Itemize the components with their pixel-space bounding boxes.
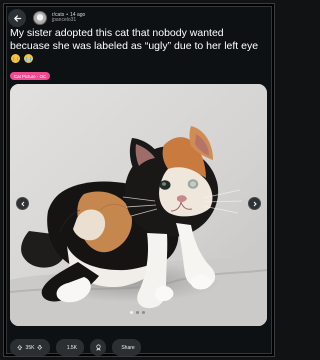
pagination-dot[interactable] [142,311,145,314]
pagination-dot[interactable] [136,311,139,314]
post-actions: 35K 1.5K Share [10,339,141,356]
vote-count: 35K [25,344,35,351]
username[interactable]: jpancelo31 [52,17,85,23]
pagination-dot-active[interactable] [130,311,133,314]
back-arrow-icon [13,14,21,22]
calico-kitten-photo [10,84,267,326]
upvote-icon[interactable] [17,344,23,351]
comment-count: 1.5K [66,344,77,351]
share-label: Share [121,344,135,351]
award-icon [95,344,101,351]
post-meta: r/cats • 14 ago jpancelo31 [52,12,85,24]
chevron-right-icon [253,201,257,206]
crying-face-icon [23,54,33,63]
crying-face-icon [11,54,20,63]
post-flair[interactable]: Cat Picture - OC [10,72,51,80]
post-image[interactable] [10,84,267,326]
downvote-icon[interactable] [37,344,43,351]
comments-button[interactable]: 1.5K [56,339,84,356]
back-button[interactable] [8,9,26,27]
comment-icon [63,347,64,348]
share-button[interactable]: Share [112,339,141,356]
previous-image-button[interactable] [16,197,29,210]
community-avatar[interactable] [33,11,47,25]
post-title: My sister adopted this cat that nobody w… [10,27,265,66]
post-header: r/cats • 14 ago jpancelo31 [8,8,85,28]
award-button[interactable] [90,339,106,356]
chevron-left-icon [20,201,24,206]
vote-control: 35K [10,339,50,356]
next-image-button[interactable] [248,197,261,210]
image-pagination [130,311,145,314]
